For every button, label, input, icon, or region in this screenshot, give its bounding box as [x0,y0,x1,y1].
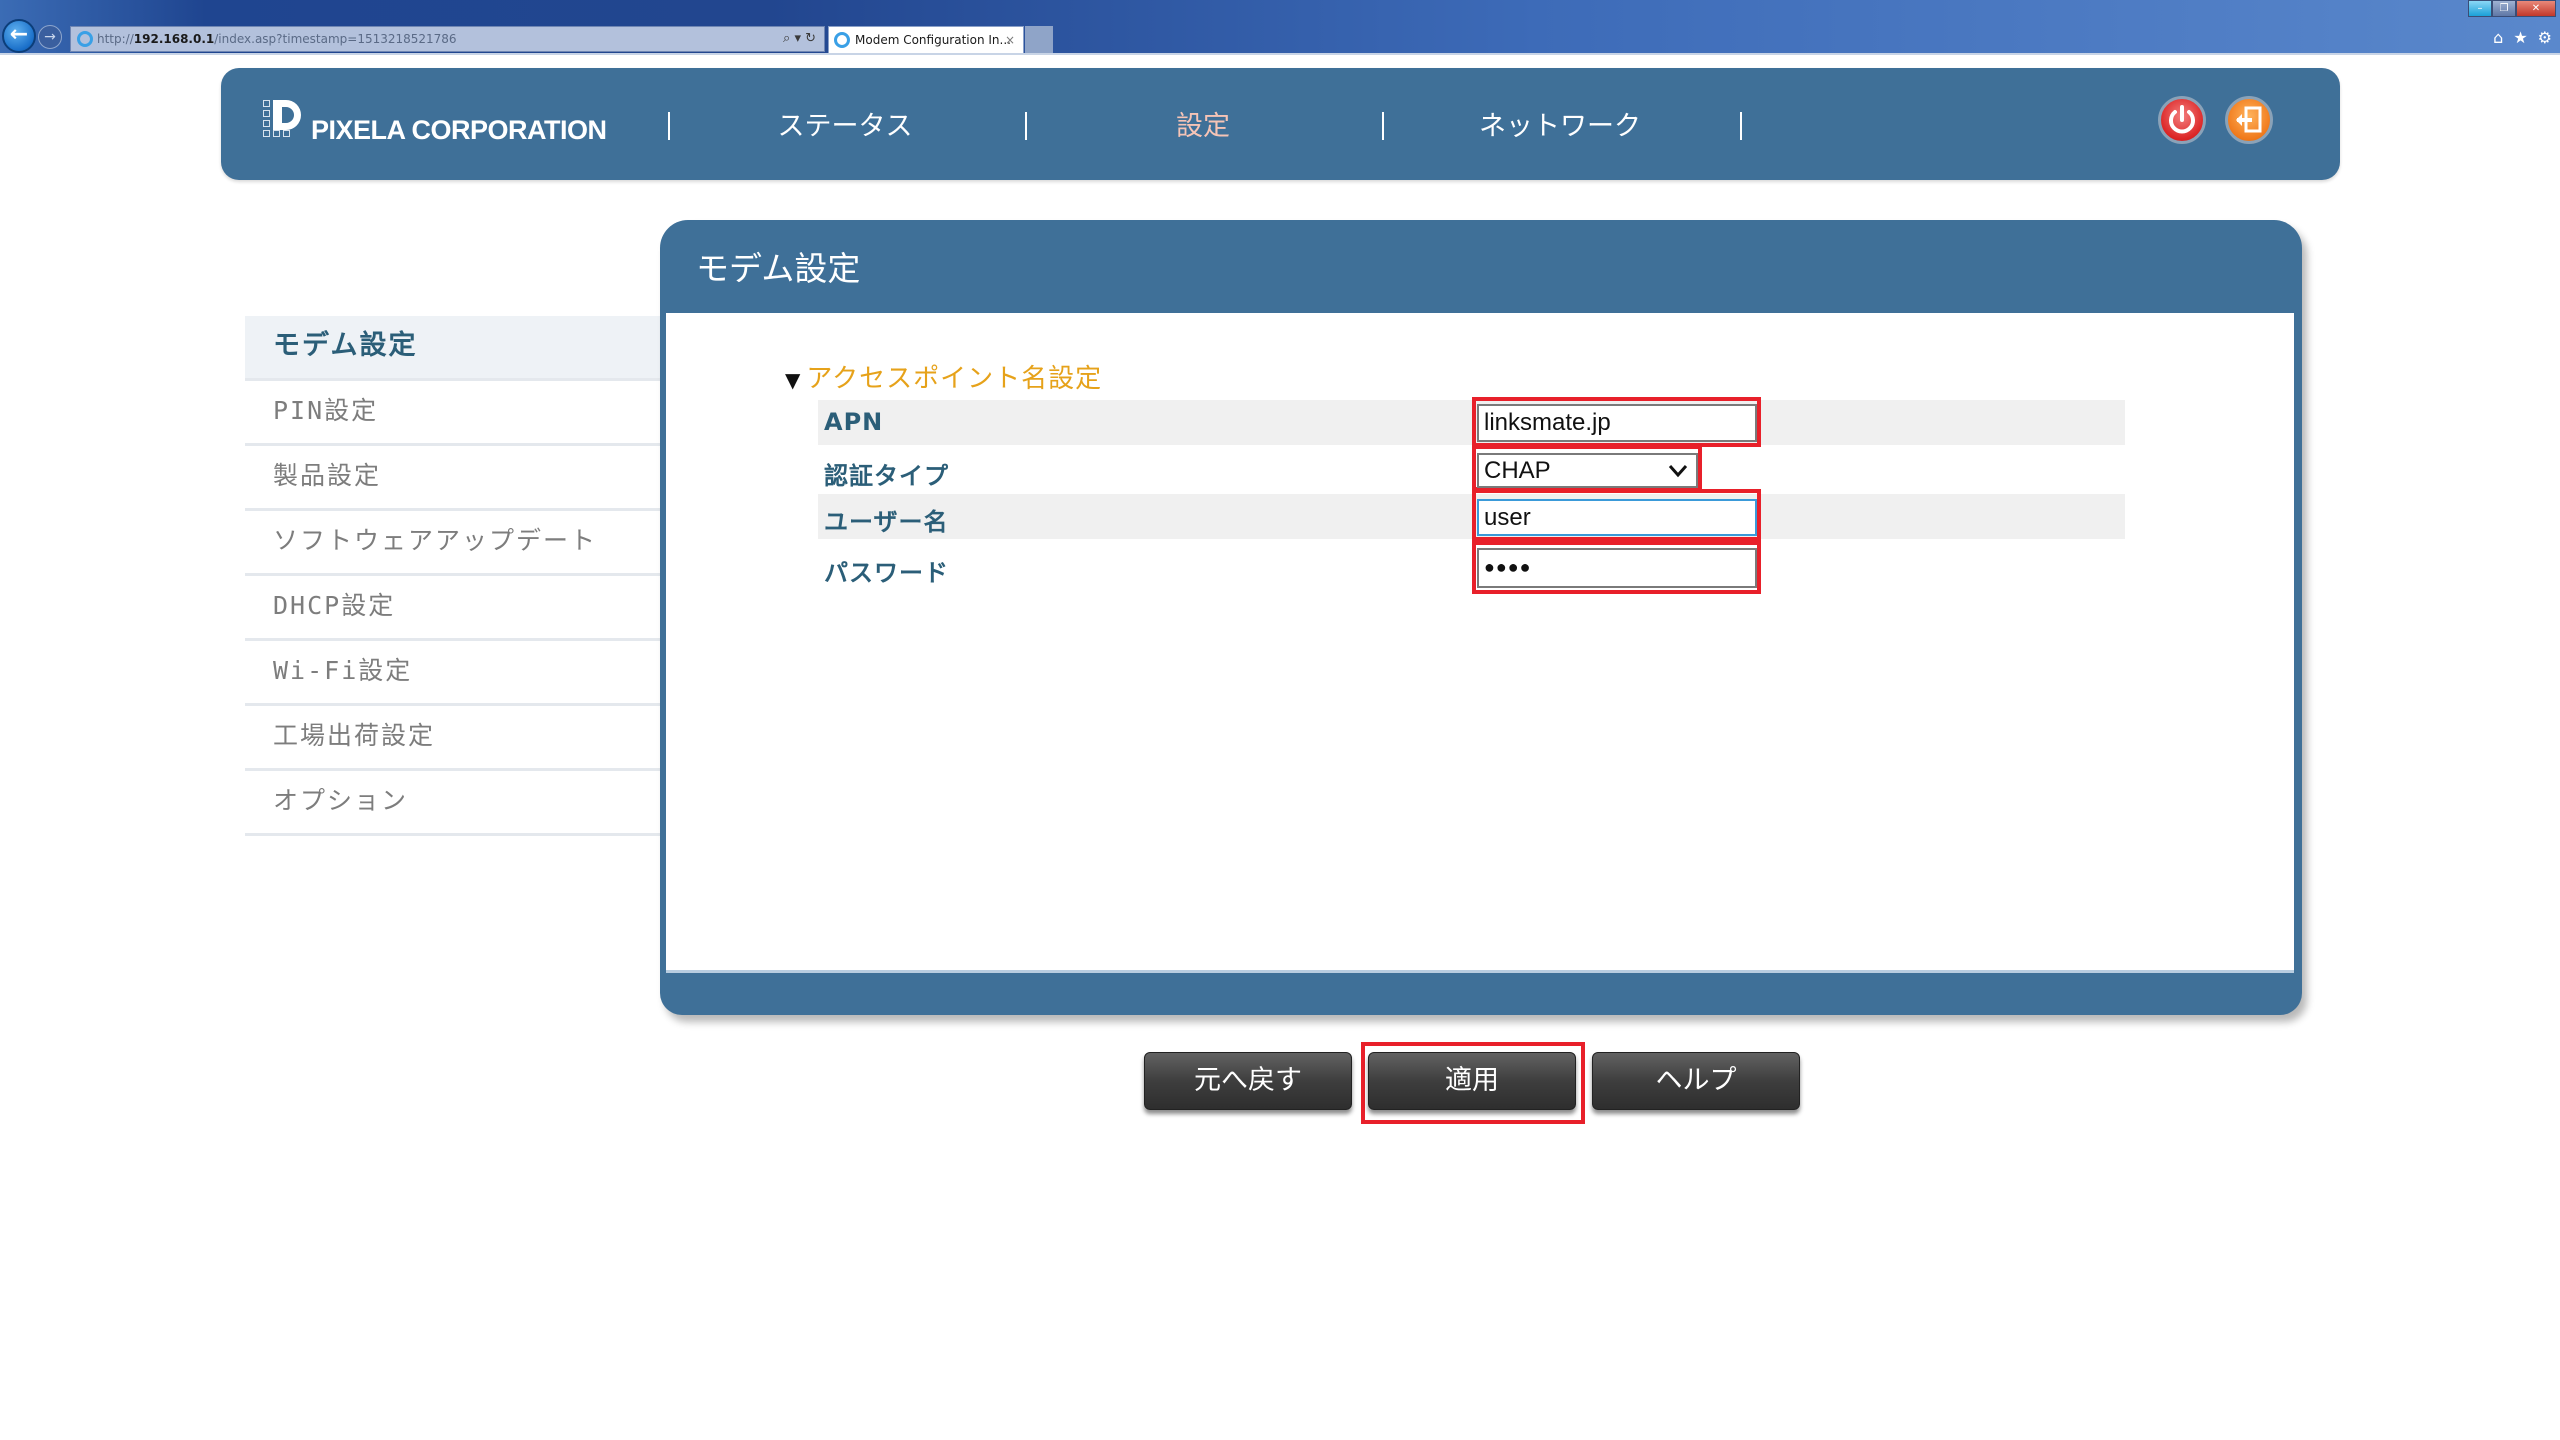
close-window-button[interactable]: ✕ [2516,0,2556,17]
sidebar-item-modem-settings[interactable]: モデム設定 [245,316,660,381]
sidebar-item-wifi-settings[interactable]: Wi-Fi設定 [245,641,660,706]
top-header: PIXELA CORPORATION ステータス 設定 ネットワーク [221,68,2340,180]
chrome-divider [0,53,2560,55]
section-apn-settings[interactable]: ▼ アクセスポイント名設定 [785,358,1102,395]
nav-divider [1382,112,1384,140]
search-refresh-icons[interactable]: ⌕ ▾ ↻ [783,27,816,51]
forward-button[interactable]: → [38,25,62,49]
url-prefix: http:// [97,32,134,46]
nav-divider [1025,112,1027,140]
username-input[interactable]: user [1477,499,1757,536]
browser-toolbar-icons: ⌂ ★ ⚙ [2493,28,2552,47]
nav-settings[interactable]: 設定 [1053,104,1353,143]
browser-tab[interactable]: Modem Configuration In... × [828,26,1024,54]
sidebar-item-dhcp-settings[interactable]: DHCP設定 [245,576,660,641]
help-button[interactable]: ヘルプ [1592,1052,1800,1110]
power-icon[interactable] [2158,96,2206,144]
nav-divider [668,112,670,140]
nav-network[interactable]: ネットワーク [1410,104,1710,143]
sidebar-item-software-update[interactable]: ソフトウェアアップデート [245,511,660,576]
chevron-down-icon [1668,455,1688,493]
gear-icon[interactable]: ⚙ [2538,28,2552,47]
nav-status[interactable]: ステータス [695,104,995,143]
sidebar-item-pin-settings[interactable]: PIN設定 [245,381,660,446]
brand-name: PIXELA CORPORATION [311,115,607,145]
sidebar-menu: モデム設定 PIN設定 製品設定 ソフトウェアアップデート DHCP設定 Wi-… [245,316,660,836]
sidebar-item-factory-reset[interactable]: 工場出荷設定 [245,706,660,771]
sidebar-item-options[interactable]: オプション [245,771,660,836]
home-icon[interactable]: ⌂ [2493,28,2503,47]
collapse-triangle-icon[interactable]: ▼ [785,368,800,392]
auth-type-select[interactable]: CHAP [1477,453,1698,488]
section-title: アクセスポイント名設定 [806,364,1103,394]
content-panel: モデム設定 [660,220,2302,1015]
address-bar[interactable]: http://192.168.0.1/index.asp?timestamp=1… [70,26,825,52]
password-input[interactable]: ●●●● [1477,548,1757,588]
url-path: /index.asp?timestamp=1513218521786 [214,32,457,46]
browser-chrome: ← → http://192.168.0.1/index.asp?timesta… [0,0,2560,55]
nav-divider [1740,112,1742,140]
back-button[interactable]: ← [2,19,36,53]
maximize-button[interactable]: ❐ [2492,0,2516,17]
apply-button[interactable]: 適用 [1368,1052,1576,1110]
revert-button[interactable]: 元へ戻す [1144,1052,1352,1110]
apn-label: APN [824,408,884,436]
minimize-button[interactable]: – [2468,0,2492,17]
tab-close-icon[interactable]: × [1005,27,1015,53]
tab-title: Modem Configuration In... [855,33,1011,47]
url-host: 192.168.0.1 [133,32,215,46]
username-label: ユーザー名 [824,508,949,536]
password-label: パスワード [824,559,949,587]
auth-type-label: 認証タイプ [824,462,949,490]
apn-input[interactable]: linksmate.jp [1477,404,1757,442]
new-tab-button[interactable] [1025,26,1053,53]
favorites-icon[interactable]: ★ [2513,28,2527,47]
pixela-logo[interactable]: PIXELA CORPORATION [263,100,607,145]
logout-icon[interactable] [2225,96,2273,144]
sidebar-item-product-settings[interactable]: 製品設定 [245,446,660,511]
auth-type-value: CHAP [1484,457,1551,484]
panel-title: モデム設定 [696,249,861,288]
ie-icon [77,31,93,47]
ie-icon [834,32,850,48]
window-controls: – ❐ ✕ [2468,0,2556,18]
pixela-logo-mark-icon [263,100,303,144]
